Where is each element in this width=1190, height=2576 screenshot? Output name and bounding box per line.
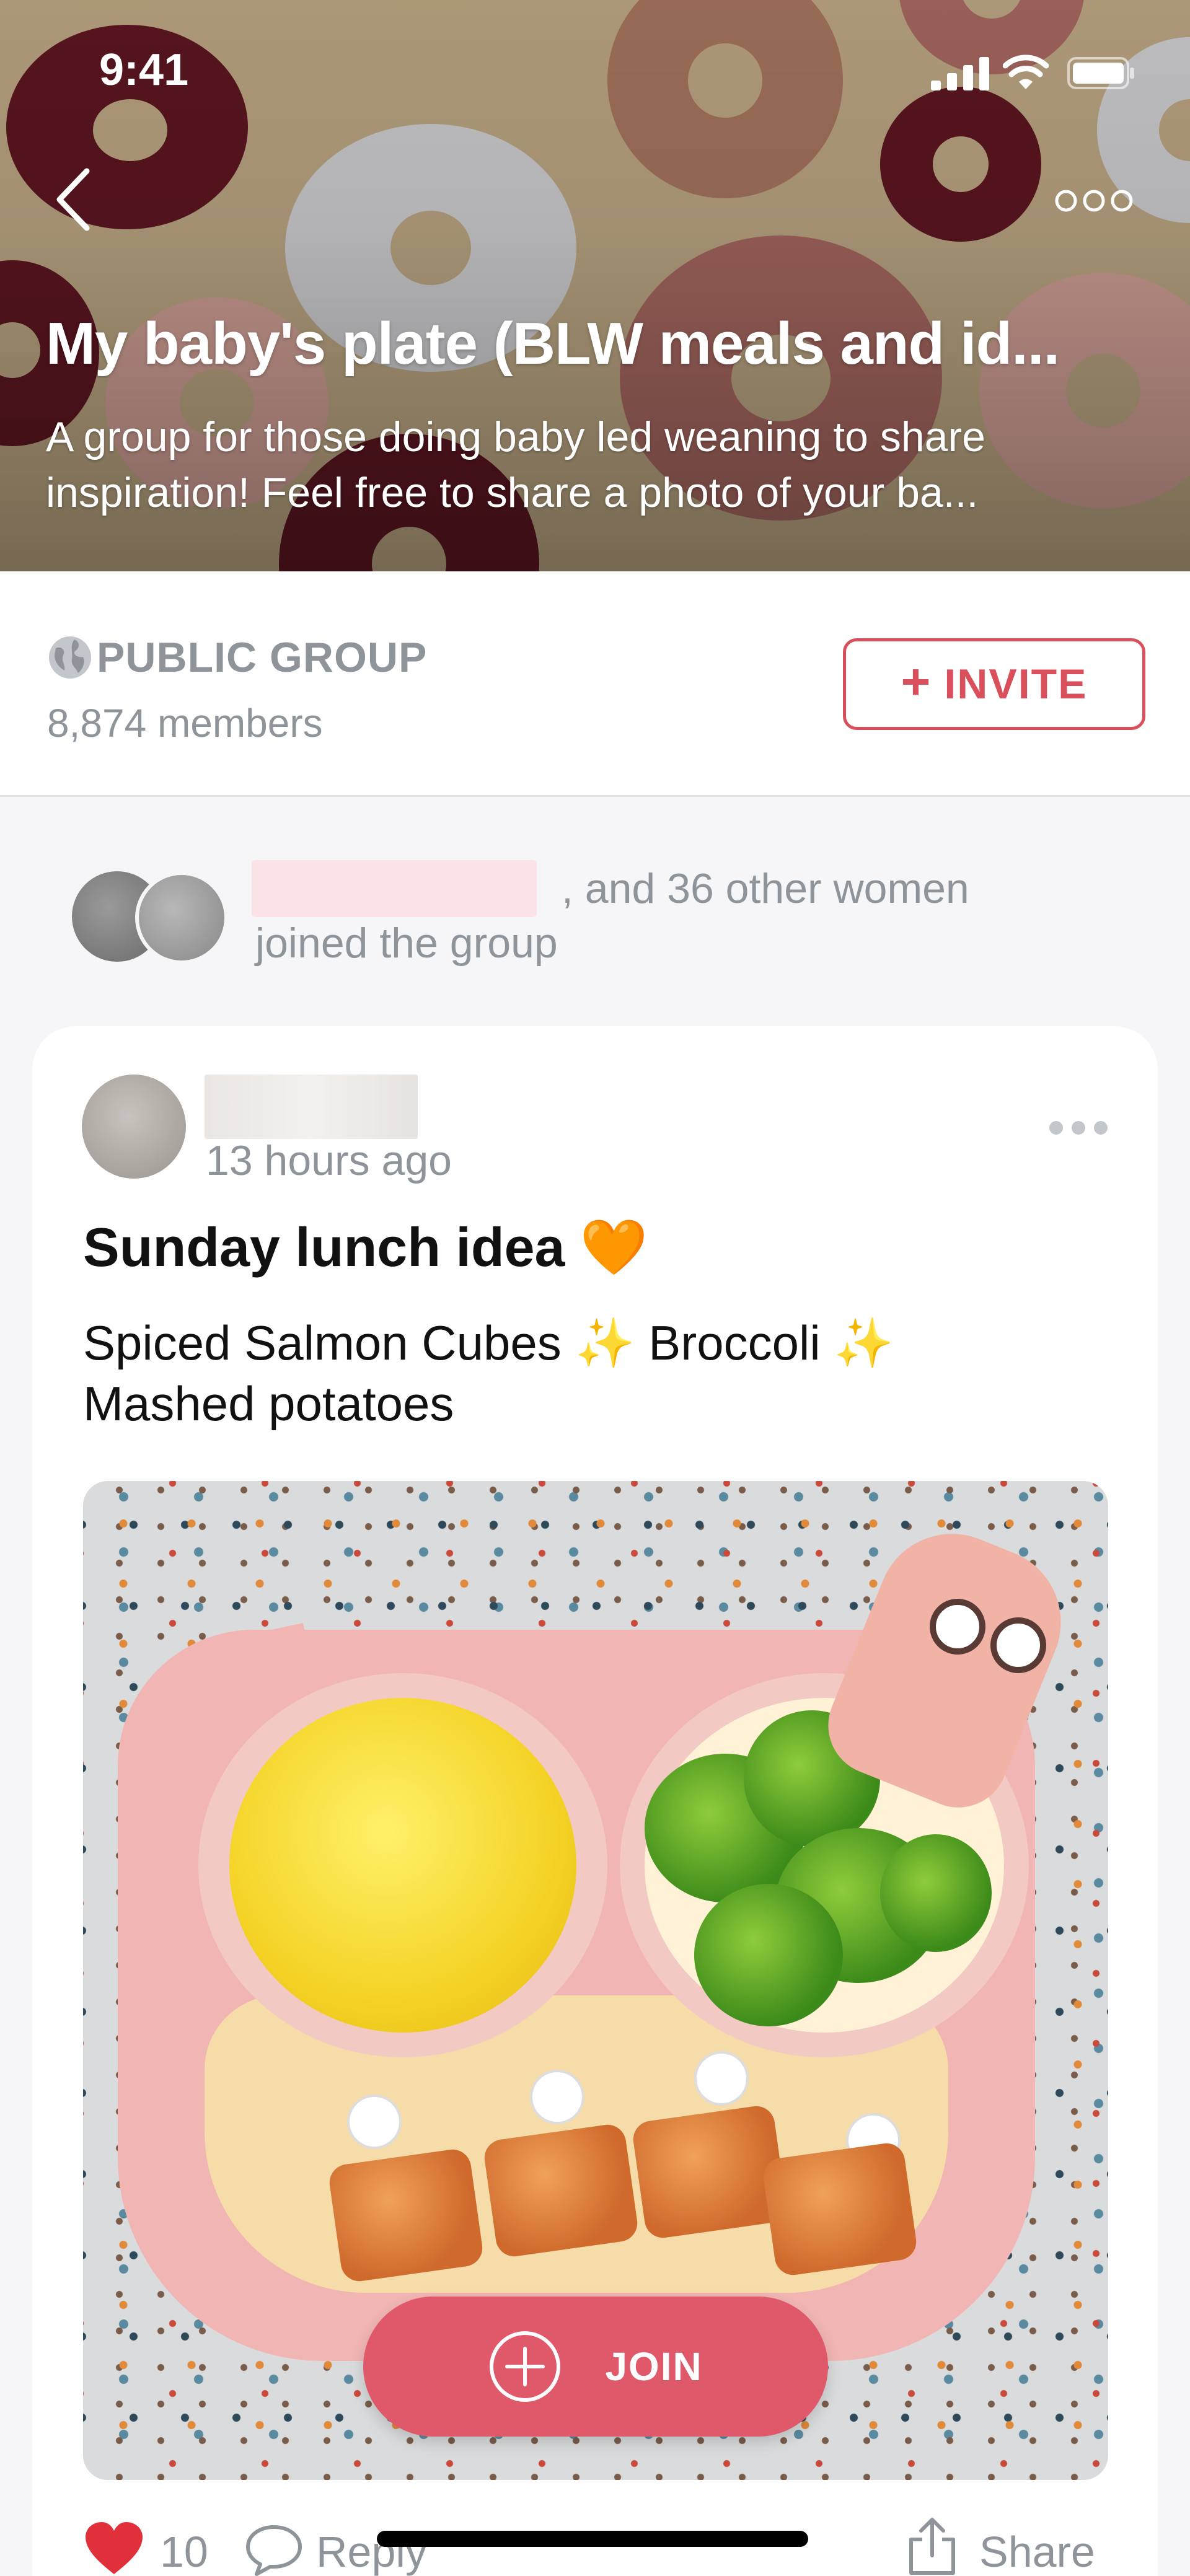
more-options-button[interactable]: [1054, 187, 1134, 214]
public-group-label: PUBLIC GROUP: [97, 634, 428, 681]
group-title: My baby's plate (BLW meals and id...: [46, 310, 1060, 377]
post-more-icon[interactable]: [1047, 1119, 1109, 1136]
plus-icon: +: [901, 654, 932, 710]
mashed-potatoes: [229, 1698, 576, 2033]
post-title: Sunday lunch idea 🧡: [83, 1216, 648, 1278]
signal-icon: [931, 57, 989, 90]
join-button[interactable]: JOIN: [363, 2297, 828, 2437]
redacted-author-name: [205, 1075, 418, 1139]
share-icon[interactable]: [905, 2517, 959, 2576]
post-body: Spiced Salmon Cubes ✨ Broccoli ✨ Mashed …: [83, 1316, 894, 1431]
joined-members-text: , and 36 other women joined the group: [255, 865, 969, 967]
plus-circle-icon: [490, 2331, 561, 2402]
status-time: 9:41: [99, 45, 189, 95]
battery-icon: [1067, 57, 1134, 89]
chat-bubble-icon[interactable]: [244, 2523, 304, 2576]
share-button[interactable]: Share: [979, 2527, 1095, 2576]
status-bar: 9:41: [0, 0, 1190, 95]
like-count: 10: [160, 2528, 208, 2576]
salmon-cube: [760, 2140, 919, 2278]
heart-icon[interactable]: [84, 2522, 144, 2575]
post-timestamp: 13 hours ago: [206, 1137, 452, 1184]
member-count[interactable]: 8,874 members: [47, 700, 323, 746]
globe-icon: [49, 636, 91, 679]
group-description: A group for those doing baby led weaning…: [46, 413, 985, 516]
member-avatar[interactable]: [135, 871, 228, 964]
wifi-icon: [1003, 55, 1049, 89]
invite-label: INVITE: [944, 661, 1088, 708]
join-label: JOIN: [605, 2344, 703, 2389]
invite-button[interactable]: + INVITE: [843, 638, 1145, 730]
group-header-banner: 9:41 My baby's plate (BLW meals and id..…: [0, 0, 1190, 571]
home-indicator: [377, 2531, 808, 2547]
broccoli: [880, 1834, 992, 1952]
author-avatar[interactable]: [82, 1075, 186, 1179]
salmon-cube: [327, 2147, 485, 2284]
back-button[interactable]: [48, 162, 98, 237]
salmon-cube: [482, 2122, 640, 2259]
broccoli: [694, 1884, 843, 2026]
